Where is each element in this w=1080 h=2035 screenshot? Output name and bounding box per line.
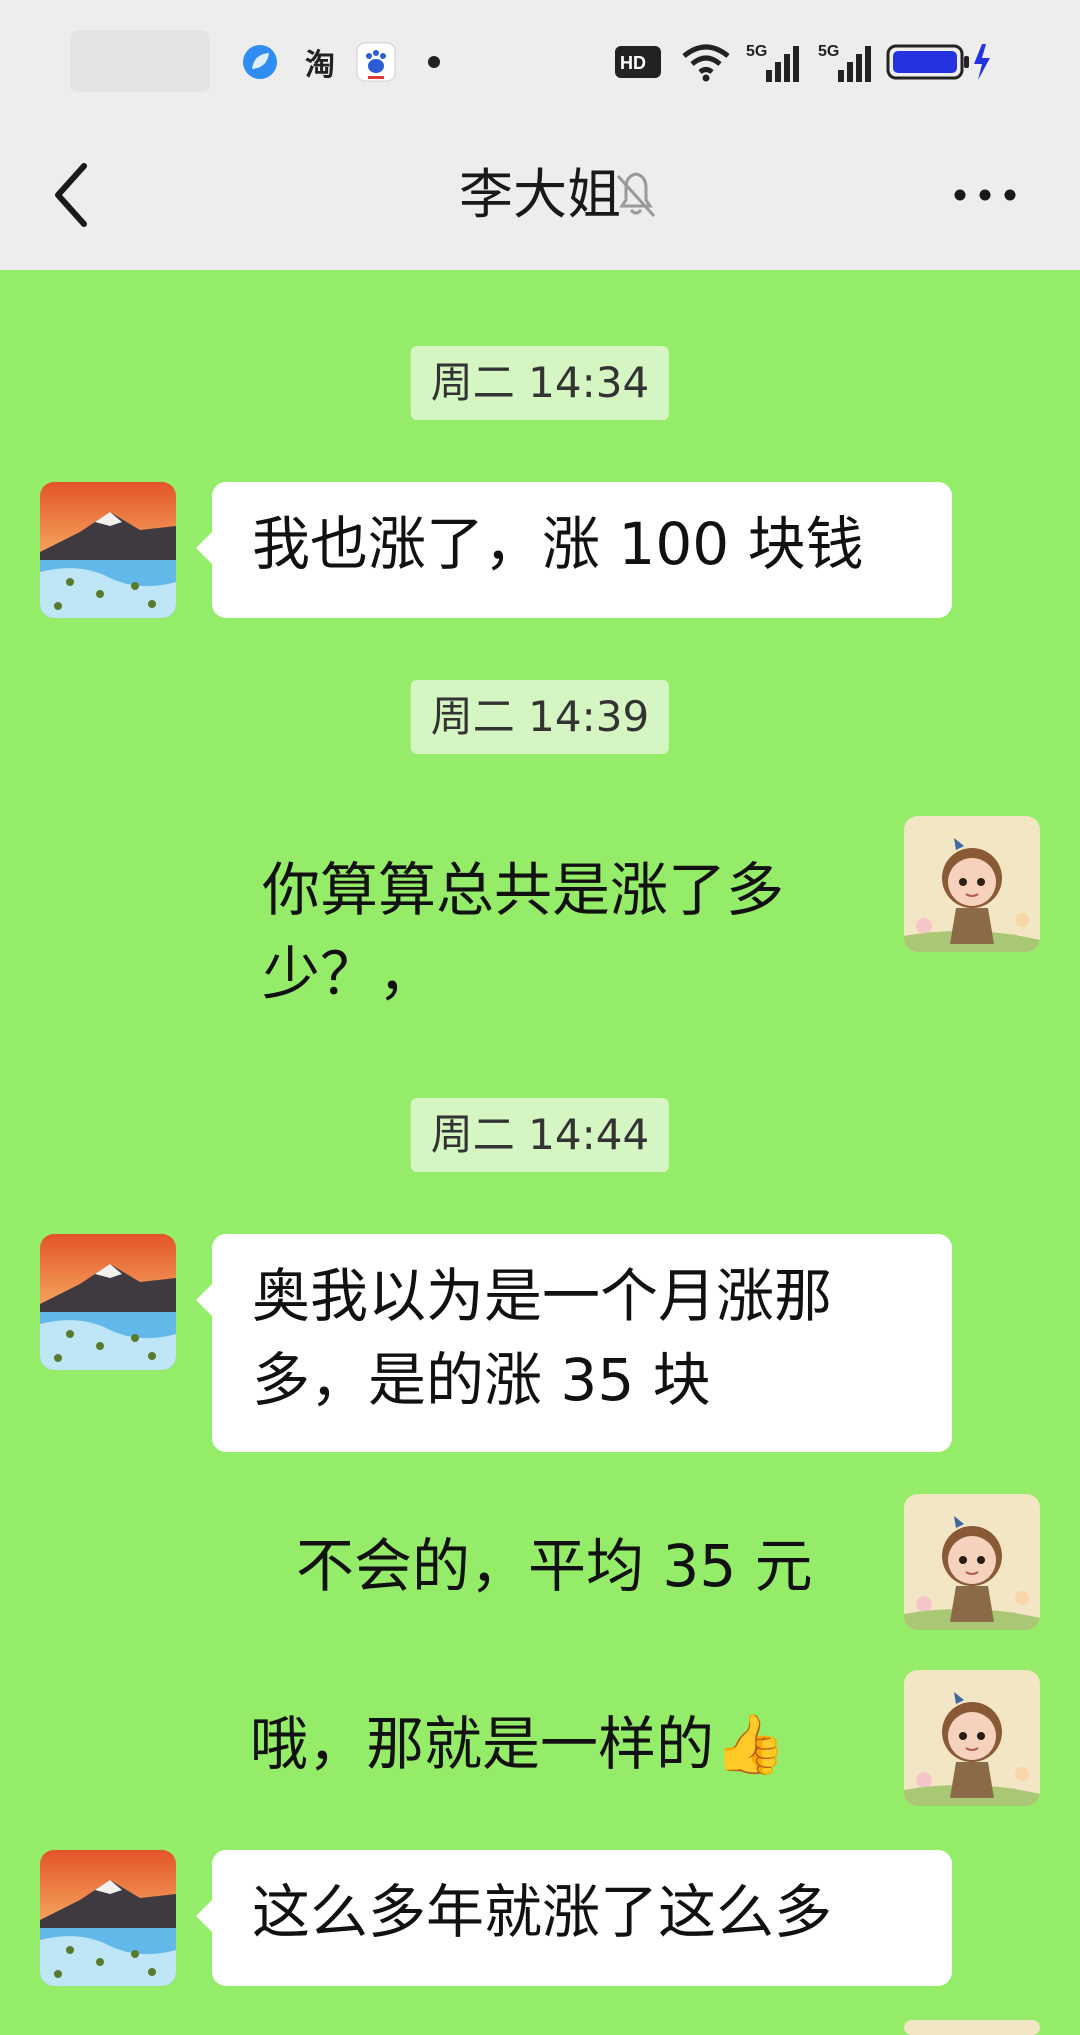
leaf-app-icon — [240, 40, 280, 84]
svg-text:5G: 5G — [818, 43, 839, 60]
contact-avatar[interactable] — [40, 1850, 176, 1986]
outgoing-message-text[interactable]: 哦，那就是一样的👍 — [250, 1702, 870, 1786]
incoming-message-bubble[interactable]: 奥我以为是一个月涨那多，是的涨 35 块 — [196, 1234, 952, 1452]
svg-text:5G: 5G — [746, 43, 767, 60]
signal-5g-icon: 5G — [744, 40, 800, 84]
timestamp: 周二 14:39 — [410, 680, 670, 754]
landscape-avatar-icon — [40, 482, 176, 618]
timestamp: 周二 14:44 — [410, 1098, 670, 1172]
more-icon — [954, 189, 1016, 201]
taobao-icon: 淘 — [305, 48, 335, 83]
self-avatar[interactable] — [904, 1494, 1040, 1630]
self-avatar-partial[interactable] — [904, 2020, 1040, 2035]
mute-bell-icon — [614, 164, 658, 224]
self-avatar[interactable] — [904, 1670, 1040, 1806]
landscape-avatar-icon — [40, 1850, 176, 1986]
outgoing-message-text[interactable]: 不会的，平均 35 元 — [296, 1524, 856, 1608]
message-text: 我也涨了，涨 100 块钱 — [252, 510, 864, 578]
status-bar: 淘 HD 5G 5G — [0, 0, 1080, 120]
blurred-status-area — [70, 30, 210, 92]
hd-icon: HD — [614, 40, 662, 84]
wifi-icon — [680, 40, 732, 84]
message-text: 这么多年就涨了这么多 — [252, 1878, 833, 1946]
self-avatar[interactable] — [904, 816, 1040, 952]
more-options-button[interactable] — [950, 180, 1020, 210]
message-text: 奥我以为是一个月涨那多，是的涨 35 块 — [252, 1262, 833, 1414]
battery-charging-icon — [886, 40, 996, 84]
notification-dot-icon — [424, 40, 444, 84]
contact-avatar[interactable] — [40, 482, 176, 618]
chat-title: 李大姐 — [459, 163, 621, 226]
incoming-message-bubble[interactable]: 这么多年就涨了这么多 — [196, 1850, 952, 1986]
girl-avatar-icon — [904, 1670, 1040, 1806]
chat-header: 李大姐 — [0, 120, 1080, 270]
baidu-icon — [354, 40, 398, 84]
girl-avatar-icon — [904, 1494, 1040, 1630]
svg-text:HD: HD — [620, 53, 646, 73]
incoming-message-bubble[interactable]: 我也涨了，涨 100 块钱 — [196, 482, 952, 618]
girl-avatar-icon — [904, 816, 1040, 952]
outgoing-message-text[interactable]: 你算算总共是涨了多少？， — [262, 848, 862, 1016]
signal-5g-icon: 5G — [816, 40, 872, 84]
contact-avatar[interactable] — [40, 1234, 176, 1370]
landscape-avatar-icon — [40, 1234, 176, 1370]
timestamp: 周二 14:34 — [410, 346, 670, 420]
